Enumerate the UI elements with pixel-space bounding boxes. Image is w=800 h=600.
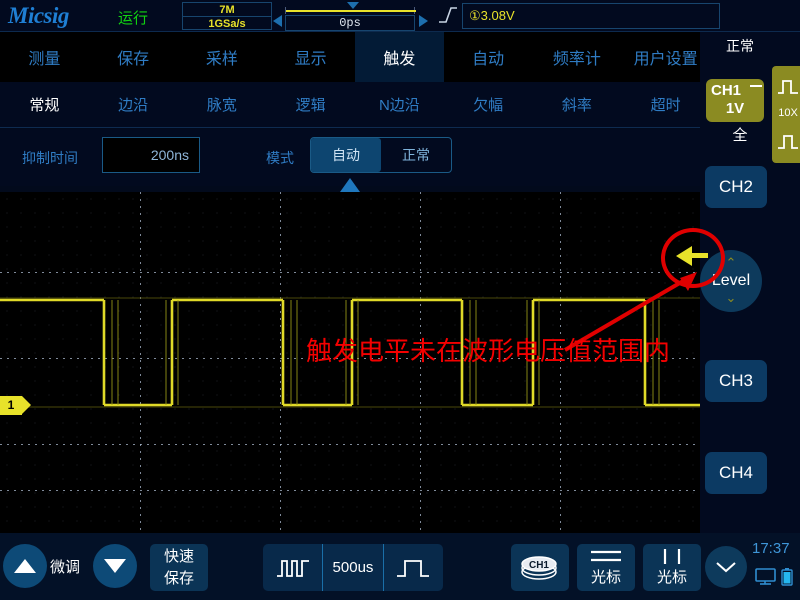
- tab-edge[interactable]: 边沿: [89, 82, 178, 127]
- tab-pulse-width[interactable]: 脉宽: [178, 82, 267, 127]
- horizontal-cursor-label: 光标: [590, 569, 621, 586]
- channel-stack-label: CH1: [529, 560, 549, 571]
- triangle-up-icon: [14, 559, 36, 573]
- pulse-icon[interactable]: [772, 68, 800, 106]
- expand-toolbar-button[interactable]: [705, 546, 747, 588]
- dc-coupling-icon: [750, 85, 762, 90]
- rising-edge-icon: [438, 6, 458, 30]
- mode-option-auto[interactable]: 自动: [311, 138, 381, 172]
- main-menu-bar: 测量 保存 采样 显示 触发 自动 频率计 用户设置: [0, 32, 710, 82]
- decrease-button[interactable]: [93, 544, 137, 588]
- mode-option-normal[interactable]: 正常: [381, 138, 451, 172]
- horizontal-cursor-button[interactable]: 光标: [577, 544, 635, 591]
- menu-item-display[interactable]: 显示: [266, 32, 355, 82]
- menu-item-counter[interactable]: 频率计: [533, 32, 622, 82]
- trigger-level-highlight-circle: [661, 228, 725, 288]
- position-bar-line: [286, 10, 416, 12]
- narrow-pulses-icon: [276, 559, 309, 577]
- horizontal-cursor-icon: [591, 550, 621, 562]
- tab-timeout[interactable]: 超时: [621, 82, 710, 127]
- trigger-voltage-box[interactable]: ①3.08V: [462, 3, 720, 29]
- pan-left-icon[interactable]: [273, 15, 282, 27]
- menu-item-measure[interactable]: 测量: [0, 32, 89, 82]
- tab-slope[interactable]: 斜率: [533, 82, 622, 127]
- holdoff-input[interactable]: 200ns: [102, 137, 200, 173]
- timebase-value-cell[interactable]: 500us: [322, 544, 382, 591]
- tab-nth-edge[interactable]: N边沿: [355, 82, 444, 127]
- step-icon[interactable]: [772, 123, 800, 161]
- channel-1-scale: 1V: [725, 100, 745, 117]
- clock-label: 17:37: [752, 540, 790, 557]
- channel-1-button[interactable]: CH1 1V: [706, 79, 764, 122]
- trigger-position-triangle-icon[interactable]: [340, 178, 360, 192]
- menu-item-auto[interactable]: 自动: [444, 32, 533, 82]
- quick-save-line1: 快速: [163, 548, 194, 565]
- tab-logic[interactable]: 逻辑: [266, 82, 355, 127]
- menu-item-user-settings[interactable]: 用户设置: [621, 32, 710, 82]
- mode-label: 模式: [266, 150, 294, 166]
- vertical-cursor-icon: [663, 549, 681, 564]
- timebase-zoom-in-button[interactable]: [382, 544, 443, 591]
- channel-stack-icon: CH1: [521, 555, 557, 580]
- run-state-label: 运行: [118, 10, 149, 27]
- timebase-value: 500us: [332, 559, 374, 576]
- quick-save-button[interactable]: 快速 保存: [150, 544, 208, 591]
- wide-pulse-icon: [397, 559, 430, 577]
- position-marker-icon: [347, 2, 359, 9]
- memory-depth-value: 7M: [183, 3, 271, 17]
- horizontal-position-block[interactable]: 0ps: [285, 2, 416, 31]
- quick-save-line2: 保存: [163, 570, 194, 587]
- position-value: 0ps: [285, 15, 415, 31]
- menu-item-acquire[interactable]: 采样: [178, 32, 267, 82]
- brand-logo: Micsig: [8, 3, 69, 28]
- menu-item-save[interactable]: 保存: [89, 32, 178, 82]
- mode-segmented-control: 自动 正常: [310, 137, 452, 173]
- timebase-control-group: 500us: [263, 544, 443, 591]
- bandwidth-label: 全: [732, 127, 748, 144]
- chevron-down-icon: [716, 562, 736, 573]
- probe-attenuation-panel[interactable]: 10X: [772, 66, 800, 163]
- probe-ratio-value: 10X: [778, 107, 798, 119]
- sidebar-item-ch2[interactable]: CH2: [705, 166, 767, 208]
- tab-normal[interactable]: 常规: [0, 82, 89, 127]
- battery-icon: [781, 568, 793, 586]
- sample-rate-value: 1GSa/s: [208, 18, 246, 30]
- trigger-voltage-value: ①3.08V: [469, 8, 515, 23]
- pan-right-icon[interactable]: [419, 15, 428, 27]
- annotation-text: 触发电平未在波形电压值范围内: [306, 336, 671, 366]
- monitor-icon: [755, 568, 776, 585]
- holdoff-label: 抑制时间: [22, 150, 78, 166]
- acquisition-info-block[interactable]: 7M 1GSa/s: [182, 2, 272, 30]
- right-sidebar: 正常 CH1 1V 全 10X CH2 ⌃ Level ⌄ CH3 CH4: [700, 32, 800, 533]
- tab-runt[interactable]: 欠幅: [444, 82, 533, 127]
- sidebar-item-ch4[interactable]: CH4: [705, 452, 767, 494]
- menu-item-trigger[interactable]: 触发: [355, 32, 444, 82]
- channel-stack-button[interactable]: CH1: [511, 544, 569, 591]
- system-status-icons: [755, 567, 795, 592]
- triangle-down-icon: [104, 559, 126, 573]
- sidebar-item-ch3[interactable]: CH3: [705, 360, 767, 402]
- chevron-down-icon: ⌄: [725, 290, 737, 305]
- top-status-bar: Micsig 运行 7M 1GSa/s 0ps ①3.08V: [0, 0, 800, 32]
- channel-1-ground-marker[interactable]: 1: [0, 396, 31, 415]
- trigger-type-menu: 常规 边沿 脉宽 逻辑 N边沿 欠幅 斜率 超时: [0, 82, 710, 128]
- channel-1-name: CH1: [711, 82, 742, 99]
- timebase-zoom-out-button[interactable]: [263, 544, 322, 591]
- vertical-cursor-button[interactable]: 光标: [643, 544, 701, 591]
- coupling-label: 正常: [726, 38, 754, 54]
- vertical-cursor-label: 光标: [656, 569, 687, 586]
- fine-tune-label: 微调: [50, 559, 81, 576]
- increase-button[interactable]: [3, 544, 47, 588]
- oscilloscope-screen: Micsig 运行 7M 1GSa/s 0ps ①3.08V 测量 保存 采样: [0, 0, 800, 600]
